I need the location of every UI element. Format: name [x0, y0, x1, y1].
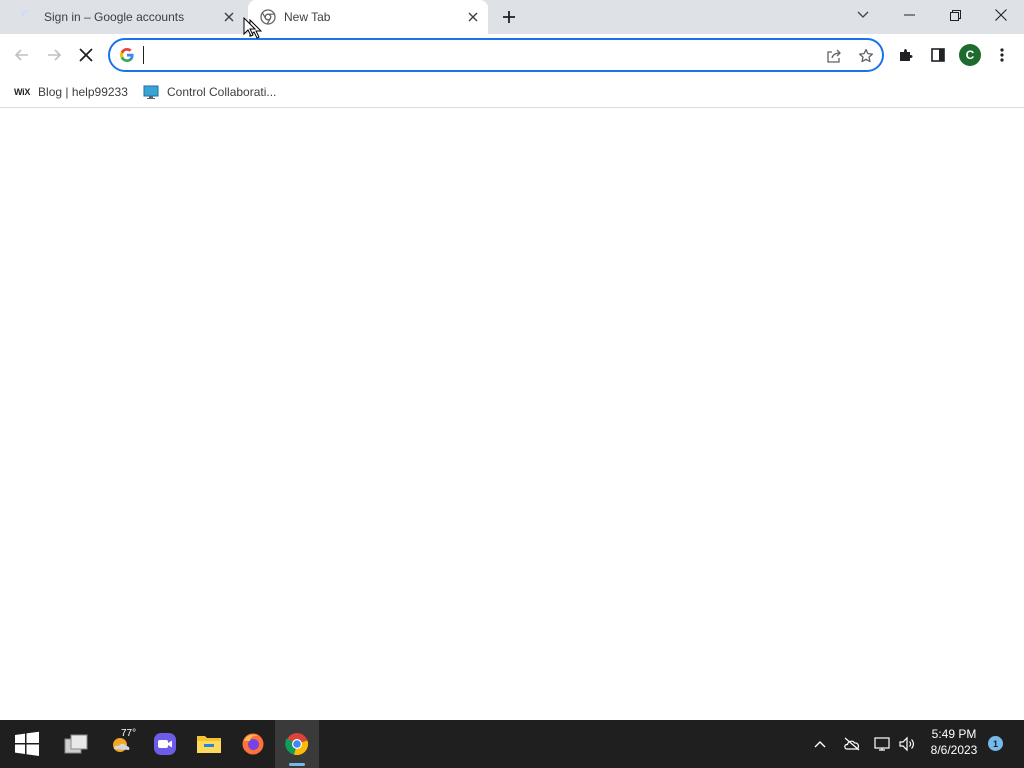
tab-sign-in[interactable]: Sign in – Google accounts — [8, 0, 244, 34]
bookmarks-bar: WiX Blog | help99233 Control Collaborati… — [0, 76, 1024, 108]
menu-button[interactable] — [988, 41, 1016, 69]
volume-button[interactable] — [895, 732, 919, 756]
text-cursor — [143, 46, 144, 64]
chrome-button[interactable] — [275, 720, 319, 768]
address-input[interactable] — [142, 45, 802, 65]
share-button[interactable] — [823, 45, 845, 67]
chevron-down-icon — [857, 11, 869, 18]
side-panel-icon — [931, 48, 945, 62]
windows-icon — [15, 731, 39, 756]
onedrive-button[interactable] — [840, 732, 864, 756]
tab-title: New Tab — [284, 10, 331, 24]
system-clock[interactable]: 5:49 PM 8/6/2023 — [924, 726, 984, 758]
forward-button[interactable] — [40, 41, 68, 69]
weather-temperature: 77° — [121, 728, 137, 739]
tab-strip: Sign in – Google accounts New Tab — [0, 0, 1024, 34]
arrow-right-icon — [48, 49, 62, 61]
close-tab-icon[interactable] — [220, 8, 238, 26]
close-icon — [995, 9, 1007, 21]
address-bar[interactable] — [108, 38, 884, 72]
bookmark-star-button[interactable] — [855, 45, 877, 67]
firefox-icon — [242, 733, 264, 755]
cloud-offline-icon — [844, 737, 860, 751]
new-tab-button[interactable] — [498, 6, 520, 28]
google-icon — [119, 47, 135, 63]
folder-icon — [197, 736, 221, 753]
task-view-icon — [64, 734, 88, 754]
chevron-up-icon — [814, 741, 826, 748]
show-hidden-icons-button[interactable] — [808, 732, 832, 756]
browser-toolbar: C — [0, 34, 1024, 76]
start-button[interactable] — [5, 720, 49, 768]
bookmark-control-collaboration[interactable]: Control Collaborati... — [143, 82, 276, 102]
extensions-button[interactable] — [892, 41, 920, 69]
tab-search-button[interactable] — [840, 0, 886, 30]
restore-button[interactable] — [932, 0, 978, 30]
puzzle-icon — [900, 49, 913, 61]
speaker-icon — [899, 736, 914, 752]
stop-loading-button[interactable] — [72, 41, 100, 69]
monitor-icon — [143, 84, 159, 100]
arrow-left-icon — [14, 49, 28, 61]
share-icon — [827, 49, 841, 63]
network-icon — [874, 737, 890, 751]
zoom-button[interactable] — [143, 720, 187, 768]
taskbar: 77° 5:49 PM 8/6/2023 — [0, 720, 1024, 768]
firefox-button[interactable] — [231, 720, 275, 768]
tab-title: Sign in – Google accounts — [44, 10, 185, 24]
chrome-icon — [285, 733, 309, 756]
tab-new-tab[interactable]: New Tab — [248, 0, 488, 34]
page-content — [0, 109, 1024, 720]
notification-badge[interactable]: 1 — [988, 736, 1003, 751]
loading-spinner-icon — [20, 9, 36, 25]
star-icon — [858, 48, 874, 63]
bookmark-blog[interactable]: WiX Blog | help99233 — [14, 82, 128, 102]
zoom-video-icon — [154, 733, 176, 755]
close-tab-icon[interactable] — [464, 8, 482, 26]
more-vertical-icon — [1000, 48, 1004, 62]
close-icon — [79, 48, 93, 62]
task-view-button[interactable] — [55, 720, 99, 768]
side-panel-button[interactable] — [924, 41, 952, 69]
network-button[interactable] — [871, 732, 895, 756]
close-window-button[interactable] — [978, 0, 1024, 30]
restore-icon — [949, 9, 961, 21]
clock-time: 5:49 PM — [931, 727, 977, 741]
bookmark-label: Blog | help99233 — [38, 85, 128, 99]
minimize-icon — [903, 14, 915, 16]
bookmark-label: Control Collaborati... — [167, 85, 277, 99]
profile-avatar[interactable]: C — [959, 44, 981, 66]
plus-icon — [503, 11, 515, 23]
back-button[interactable] — [8, 41, 36, 69]
file-explorer-button[interactable] — [187, 720, 231, 768]
wix-icon: WiX — [14, 87, 31, 97]
clock-date: 8/6/2023 — [930, 743, 978, 757]
mouse-pointer-icon — [242, 16, 272, 41]
minimize-button[interactable] — [886, 0, 932, 30]
